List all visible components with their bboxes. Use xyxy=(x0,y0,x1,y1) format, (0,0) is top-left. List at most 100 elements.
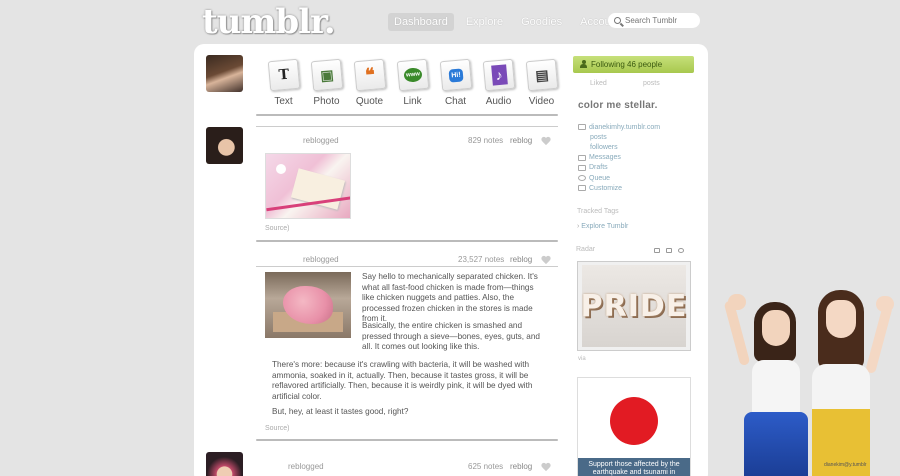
text-icon: T xyxy=(267,58,300,92)
divider xyxy=(256,266,558,267)
ad-caption: Support those affected by the earthquake… xyxy=(578,458,690,476)
liked-tab[interactable]: Liked xyxy=(590,80,607,87)
post-type-audio[interactable]: ♪ Audio xyxy=(477,58,520,107)
post-photo[interactable] xyxy=(265,272,351,338)
post-meta: reblogged xyxy=(303,136,339,145)
post-type-text[interactable]: T Text xyxy=(262,58,305,107)
radar-heading: Radar xyxy=(576,246,596,253)
post-photo[interactable] xyxy=(265,153,351,219)
reblog-button[interactable]: reblog xyxy=(510,462,532,471)
notes-count[interactable]: 829 notes xyxy=(468,136,503,145)
menu-label: Messages xyxy=(589,154,621,162)
menu-label: followers xyxy=(590,143,618,151)
post-type-label: Link xyxy=(403,96,422,107)
explore-label: Explore Tumblr xyxy=(581,223,629,230)
blog-menu-item[interactable]: posts xyxy=(578,132,660,142)
figure-part xyxy=(744,412,808,476)
blog-menu-item[interactable]: Messages xyxy=(578,153,660,163)
post-meta: reblogged xyxy=(288,462,324,471)
list-icon[interactable] xyxy=(666,248,672,253)
clock-icon xyxy=(578,175,586,182)
post-type-video[interactable]: ▤ Video xyxy=(520,58,563,107)
post-avatar[interactable] xyxy=(206,452,243,476)
radar-image-word: PRIDE xyxy=(580,288,688,324)
post-paragraph: There's more: because it's crawling with… xyxy=(272,360,533,401)
user-avatar[interactable] xyxy=(206,55,243,92)
figure-part xyxy=(826,300,856,338)
search-input[interactable] xyxy=(625,16,695,25)
post-body: There's more: because it's crawling with… xyxy=(272,360,548,423)
figure-part xyxy=(728,294,746,310)
draft-icon xyxy=(578,164,586,171)
photo-detail xyxy=(276,164,286,174)
post-type-bar: T Text ▣ Photo ❝ Quote www Link Hi! Chat… xyxy=(262,58,563,107)
post-type-photo[interactable]: ▣ Photo xyxy=(305,58,348,107)
post-type-label: Video xyxy=(528,96,555,107)
divider xyxy=(256,439,558,441)
top-navigation: Dashboard Explore Goodies Account▼ xyxy=(388,13,637,31)
menu-label: Queue xyxy=(589,174,611,182)
blog-menu-item[interactable]: Queue xyxy=(578,173,660,183)
via-link[interactable]: via xyxy=(578,356,586,362)
search-box[interactable] xyxy=(608,13,700,28)
notes-count[interactable]: 23,527 notes xyxy=(458,255,504,264)
blog-menu-item[interactable]: Drafts xyxy=(578,163,660,173)
reblog-button[interactable]: reblog xyxy=(510,136,532,145)
notes-count[interactable]: 625 notes xyxy=(468,462,503,471)
source-link[interactable]: Source) xyxy=(265,425,290,432)
japan-flag-circle xyxy=(610,397,658,445)
menu-label: Customize xyxy=(589,184,623,192)
source-link[interactable]: Source) xyxy=(265,225,290,232)
help-icon[interactable] xyxy=(678,248,684,253)
figure-part xyxy=(762,310,790,346)
japan-relief-ad[interactable]: Support those affected by the earthquake… xyxy=(577,377,691,476)
video-icon: ▤ xyxy=(525,58,558,92)
divider xyxy=(256,114,558,116)
paint-icon xyxy=(578,185,586,192)
blog-menu-item[interactable]: Customize xyxy=(578,183,660,193)
radar-post[interactable]: PRIDE xyxy=(577,261,691,351)
menu-label: posts xyxy=(590,133,607,141)
reblog-button[interactable]: reblog xyxy=(510,255,532,264)
tracked-tags-heading: Tracked Tags xyxy=(577,208,619,215)
following-button[interactable]: Following 46 people xyxy=(573,56,694,73)
figure-part xyxy=(865,303,893,375)
nav-dashboard[interactable]: Dashboard xyxy=(388,13,454,31)
menu-label: Drafts xyxy=(589,164,608,172)
blog-title[interactable]: color me stellar. xyxy=(578,100,658,111)
tumblr-logo[interactable]: tumblr. xyxy=(202,2,336,42)
explore-tumblr-link[interactable]: › Explore Tumblr xyxy=(577,223,628,230)
divider xyxy=(256,240,558,242)
post-paragraph: But, hey, at least it tastes good, right… xyxy=(272,407,409,417)
figure-part xyxy=(812,364,870,476)
heart-icon[interactable] xyxy=(541,256,551,265)
figure-part xyxy=(752,360,800,418)
blog-menu: dianekimhy.tumblr.com posts followers Me… xyxy=(578,122,660,193)
background-illustration: dianekim@y.tumblr xyxy=(723,280,900,476)
menu-label: dianekimhy.tumblr.com xyxy=(589,123,661,131)
audio-icon: ♪ xyxy=(482,58,515,92)
nav-explore[interactable]: Explore xyxy=(460,13,509,31)
heart-icon[interactable] xyxy=(541,137,551,146)
post-type-label: Quote xyxy=(355,96,384,107)
posts-tab[interactable]: posts xyxy=(643,80,660,87)
heart-icon[interactable] xyxy=(541,463,551,472)
post-type-chat[interactable]: Hi! Chat xyxy=(434,58,477,107)
post-avatar[interactable] xyxy=(206,127,243,164)
arrow-icon: › xyxy=(577,223,580,230)
person-icon xyxy=(580,60,587,68)
home-icon xyxy=(578,124,586,131)
figure-part xyxy=(876,296,894,312)
post-body: Basically, the entire chicken is smashed… xyxy=(362,321,548,358)
post-type-label: Chat xyxy=(444,96,467,107)
post-type-link[interactable]: www Link xyxy=(391,58,434,107)
refresh-icon[interactable] xyxy=(654,248,660,253)
post-type-quote[interactable]: ❝ Quote xyxy=(348,58,391,107)
chat-icon: Hi! xyxy=(439,58,472,92)
post-paragraph: Say hello to mechanically separated chic… xyxy=(362,272,538,324)
nav-goodies[interactable]: Goodies xyxy=(515,13,568,31)
blog-menu-item[interactable]: dianekimhy.tumblr.com xyxy=(578,122,660,132)
post-type-label: Audio xyxy=(485,96,512,107)
post-type-label: Photo xyxy=(313,96,340,107)
blog-menu-item[interactable]: followers xyxy=(578,142,660,152)
